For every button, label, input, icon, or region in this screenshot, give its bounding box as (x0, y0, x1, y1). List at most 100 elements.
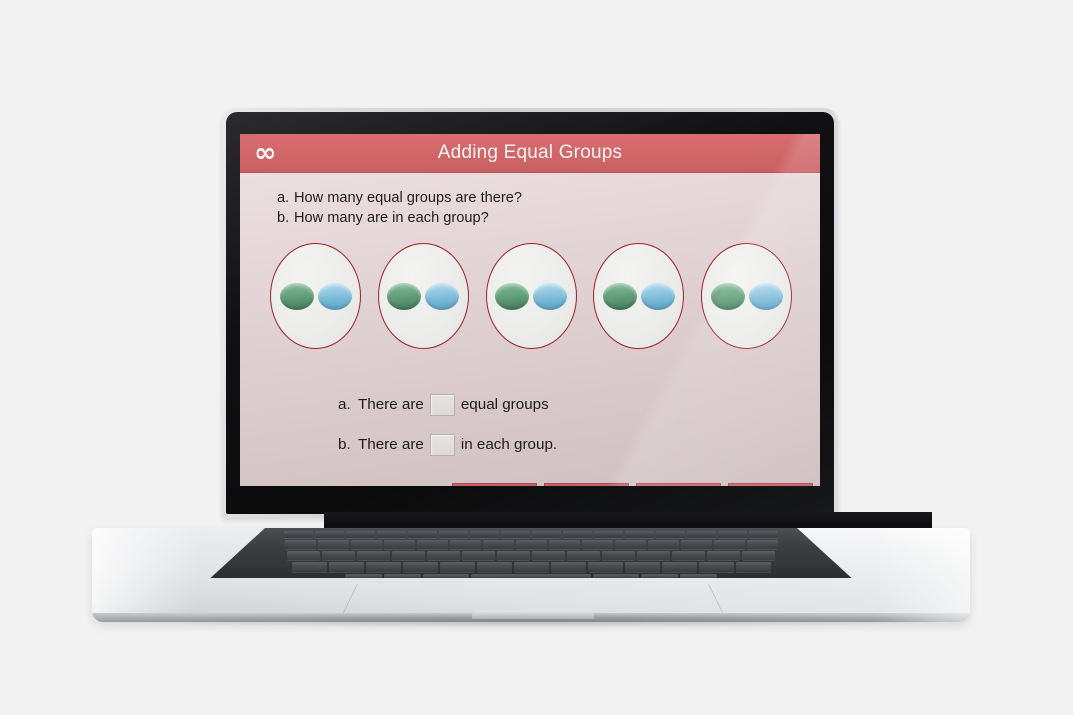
answer-input-a[interactable] (429, 393, 455, 416)
keyboard-key[interactable] (501, 531, 530, 538)
keyboard-key[interactable] (624, 562, 660, 572)
keyboard-key[interactable] (735, 562, 771, 572)
keyboard-key[interactable] (647, 540, 679, 549)
keyboard-row (210, 551, 851, 560)
keyboard-row (210, 531, 851, 538)
equal-groups-row (270, 243, 792, 349)
green-counter-icon (495, 282, 529, 310)
keyboard-key[interactable] (384, 574, 421, 578)
laptop-palmrest (92, 528, 970, 622)
group-circle (701, 243, 792, 349)
answer-letter-b: b. (338, 436, 351, 453)
keyboard-key[interactable] (698, 562, 734, 572)
keyboard-key[interactable] (661, 562, 697, 572)
keyboard-key[interactable] (350, 540, 382, 549)
prompt-letter-b: b. (277, 210, 290, 226)
keyboard-key[interactable] (614, 540, 646, 549)
keyboard-key[interactable] (328, 562, 364, 572)
keyboard-key[interactable] (287, 551, 320, 560)
keyboard-key[interactable] (746, 540, 778, 549)
keyboard-key[interactable] (567, 551, 600, 560)
submit-button[interactable]: Submit (728, 483, 813, 486)
skip-button[interactable]: Skip (636, 483, 721, 486)
keyboard-key[interactable] (637, 551, 670, 560)
answer-line-b: b. There are in each group. (338, 431, 557, 458)
keyboard-key[interactable] (532, 531, 561, 538)
keyboard-key[interactable] (470, 531, 499, 538)
keyboard-row (210, 540, 851, 549)
keyboard-key[interactable] (482, 540, 514, 549)
keyboard-key[interactable] (680, 540, 712, 549)
keyboard-key[interactable] (383, 540, 415, 549)
keyboard-key[interactable] (718, 531, 747, 538)
keyboard-key[interactable] (284, 540, 316, 549)
answer-text-after-b: in each group. (460, 436, 558, 453)
answer-text-before-b: There are (358, 436, 424, 453)
keyboard-key[interactable] (602, 551, 635, 560)
prompt-text-b: How many are in each group? (294, 210, 489, 226)
keyboard-key[interactable] (284, 531, 313, 538)
laptop-base (92, 512, 970, 622)
keyboard-key[interactable] (563, 531, 592, 538)
keyboard-key[interactable] (408, 531, 437, 538)
keyboard-key[interactable] (550, 562, 586, 572)
keyboard-key[interactable] (532, 551, 565, 560)
blue-counter-icon (425, 282, 460, 310)
prompt-line-a: a. How many equal groups are there? (277, 188, 522, 208)
keyboard-key[interactable] (641, 574, 678, 578)
answer-input-b[interactable] (429, 433, 455, 456)
answer-text-after-a: equal groups (460, 396, 549, 413)
keyboard-key[interactable] (462, 551, 495, 560)
laptop-mockup: ∞ Adding Equal Groups a. How many equal g… (0, 0, 1073, 715)
keyboard-key[interactable] (317, 540, 349, 549)
keyboard-key[interactable] (439, 562, 475, 572)
keyboard-row (210, 574, 851, 578)
keyboard-key[interactable] (315, 531, 344, 538)
keyboard-key[interactable] (476, 562, 512, 572)
keyboard-key[interactable] (656, 531, 685, 538)
keyboard-key[interactable] (423, 574, 469, 578)
keyboard-key[interactable] (471, 574, 591, 578)
keyboard-key[interactable] (593, 574, 639, 578)
keyboard-key[interactable] (742, 551, 775, 560)
blue-counter-icon (640, 282, 675, 310)
keyboard-key[interactable] (594, 531, 623, 538)
keyboard-key[interactable] (345, 574, 382, 578)
keyboard-key[interactable] (365, 562, 401, 572)
prompt-letter-a: a. (277, 190, 290, 206)
back-button[interactable]: Back (544, 483, 629, 486)
keyboard-key[interactable] (687, 531, 716, 538)
keyboard-key[interactable] (581, 540, 613, 549)
group-circle (485, 243, 577, 349)
keyboard-key[interactable] (513, 562, 549, 572)
prompt-text-a: How many equal groups are there? (294, 190, 522, 206)
keyboard-key[interactable] (291, 562, 327, 572)
keyboard-key[interactable] (672, 551, 705, 560)
keyboard-key[interactable] (625, 531, 654, 538)
keyboard-key[interactable] (749, 531, 778, 538)
keyboard-key[interactable] (497, 551, 530, 560)
keyboard-key[interactable] (707, 551, 740, 560)
keyboard-key[interactable] (402, 562, 438, 572)
keyboard-row (210, 562, 851, 572)
keyboard-key[interactable] (416, 540, 448, 549)
page-title: Adding Equal Groups (437, 142, 623, 163)
counter-pair (602, 282, 675, 310)
keyboard-key[interactable] (427, 551, 460, 560)
keyboard-key[interactable] (346, 531, 375, 538)
keyboard-key[interactable] (515, 540, 547, 549)
clear-button[interactable]: Clear (452, 483, 537, 486)
infinity-icon: ∞ (254, 137, 277, 169)
keyboard-key[interactable] (377, 531, 406, 538)
keyboard-key[interactable] (548, 540, 580, 549)
keyboard-key[interactable] (680, 574, 717, 578)
laptop-keyboard[interactable] (210, 528, 852, 578)
keyboard-key[interactable] (449, 540, 481, 549)
keyboard-key[interactable] (392, 551, 425, 560)
group-circle (377, 243, 469, 349)
keyboard-key[interactable] (357, 551, 390, 560)
keyboard-key[interactable] (713, 540, 745, 549)
keyboard-key[interactable] (439, 531, 468, 538)
keyboard-key[interactable] (322, 551, 355, 560)
keyboard-key[interactable] (587, 562, 623, 572)
